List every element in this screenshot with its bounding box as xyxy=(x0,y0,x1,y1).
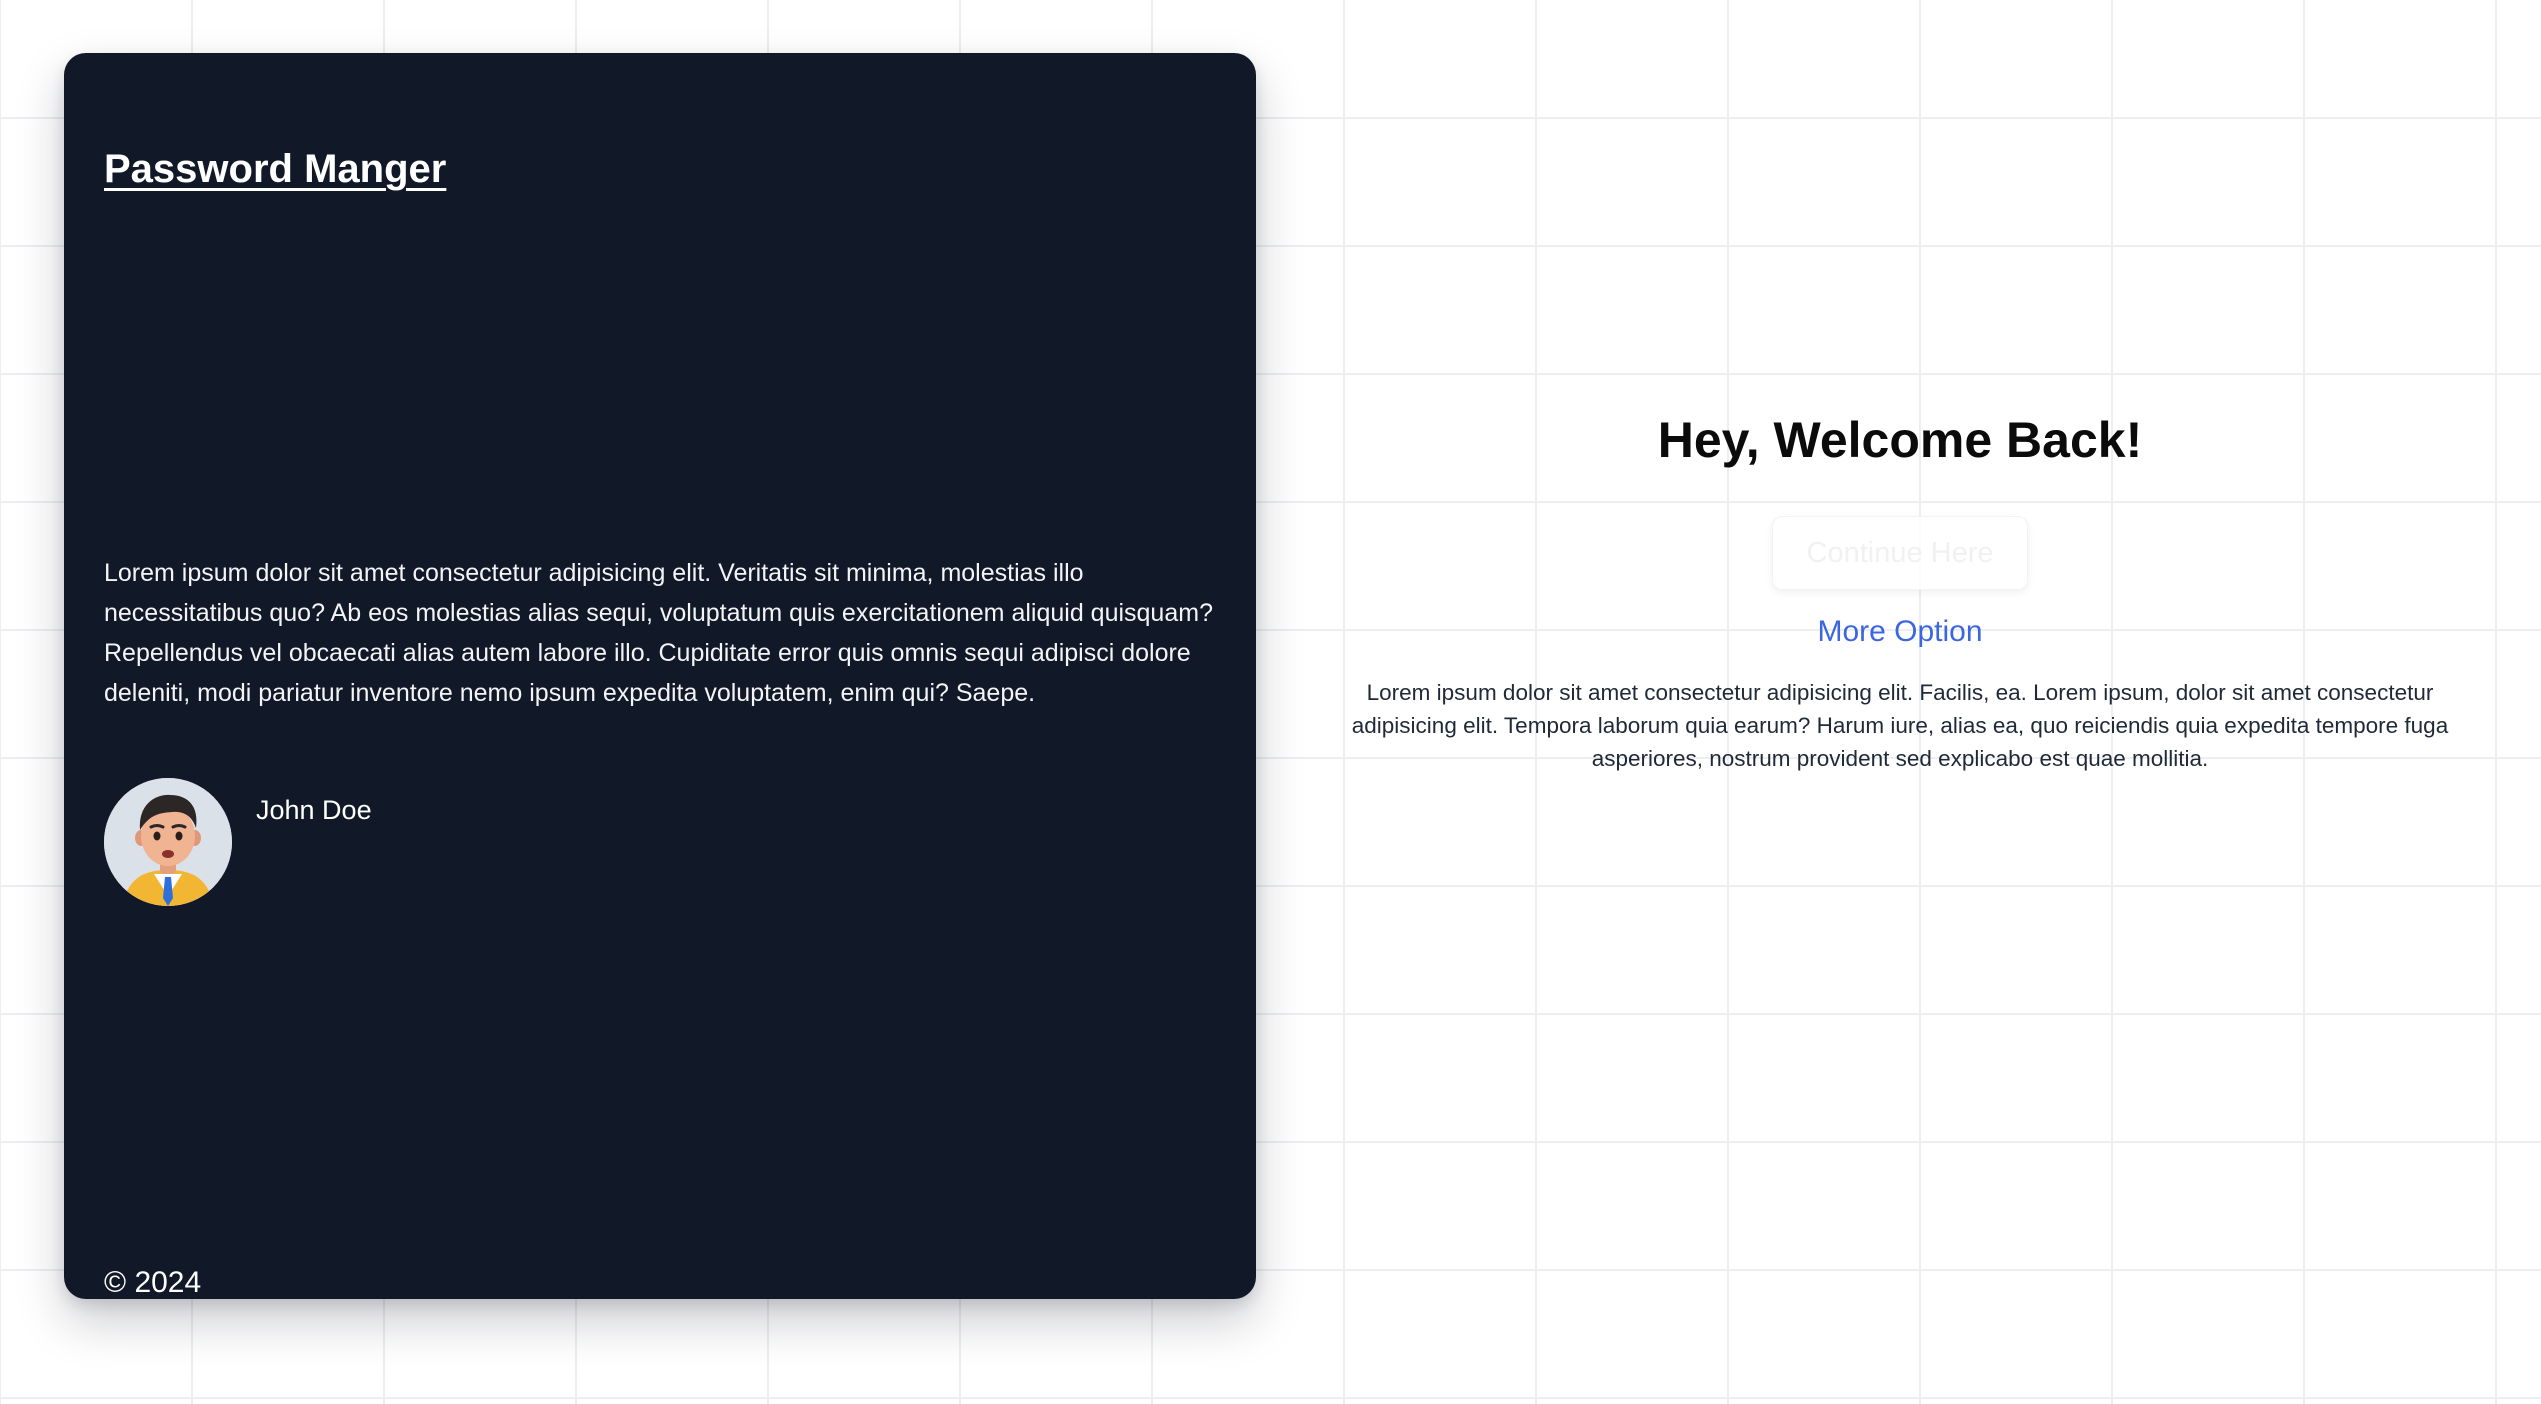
welcome-description: Lorem ipsum dolor sit amet consectetur a… xyxy=(1351,680,2449,771)
testimonial-panel: Password Manger Lorem ipsum dolor sit am… xyxy=(64,53,1256,1299)
continue-button[interactable]: Continue Here xyxy=(1772,516,2028,590)
author-name: John Doe xyxy=(256,795,372,825)
more-option-link[interactable]: More Option xyxy=(1320,612,2480,652)
testimonial-text: Lorem ipsum dolor sit amet consectetur a… xyxy=(104,559,1213,707)
testimonial-author: John Doe xyxy=(104,778,372,906)
welcome-section: Hey, Welcome Back! Continue Here More Op… xyxy=(1320,0,2480,1404)
copyright-text: © 2024 xyxy=(104,1266,202,1299)
avatar xyxy=(104,778,232,906)
welcome-heading: Hey, Welcome Back! xyxy=(1657,412,2143,468)
brand-title-link[interactable]: Password Manger xyxy=(104,145,446,193)
avatar-3d-man-icon xyxy=(104,778,232,906)
